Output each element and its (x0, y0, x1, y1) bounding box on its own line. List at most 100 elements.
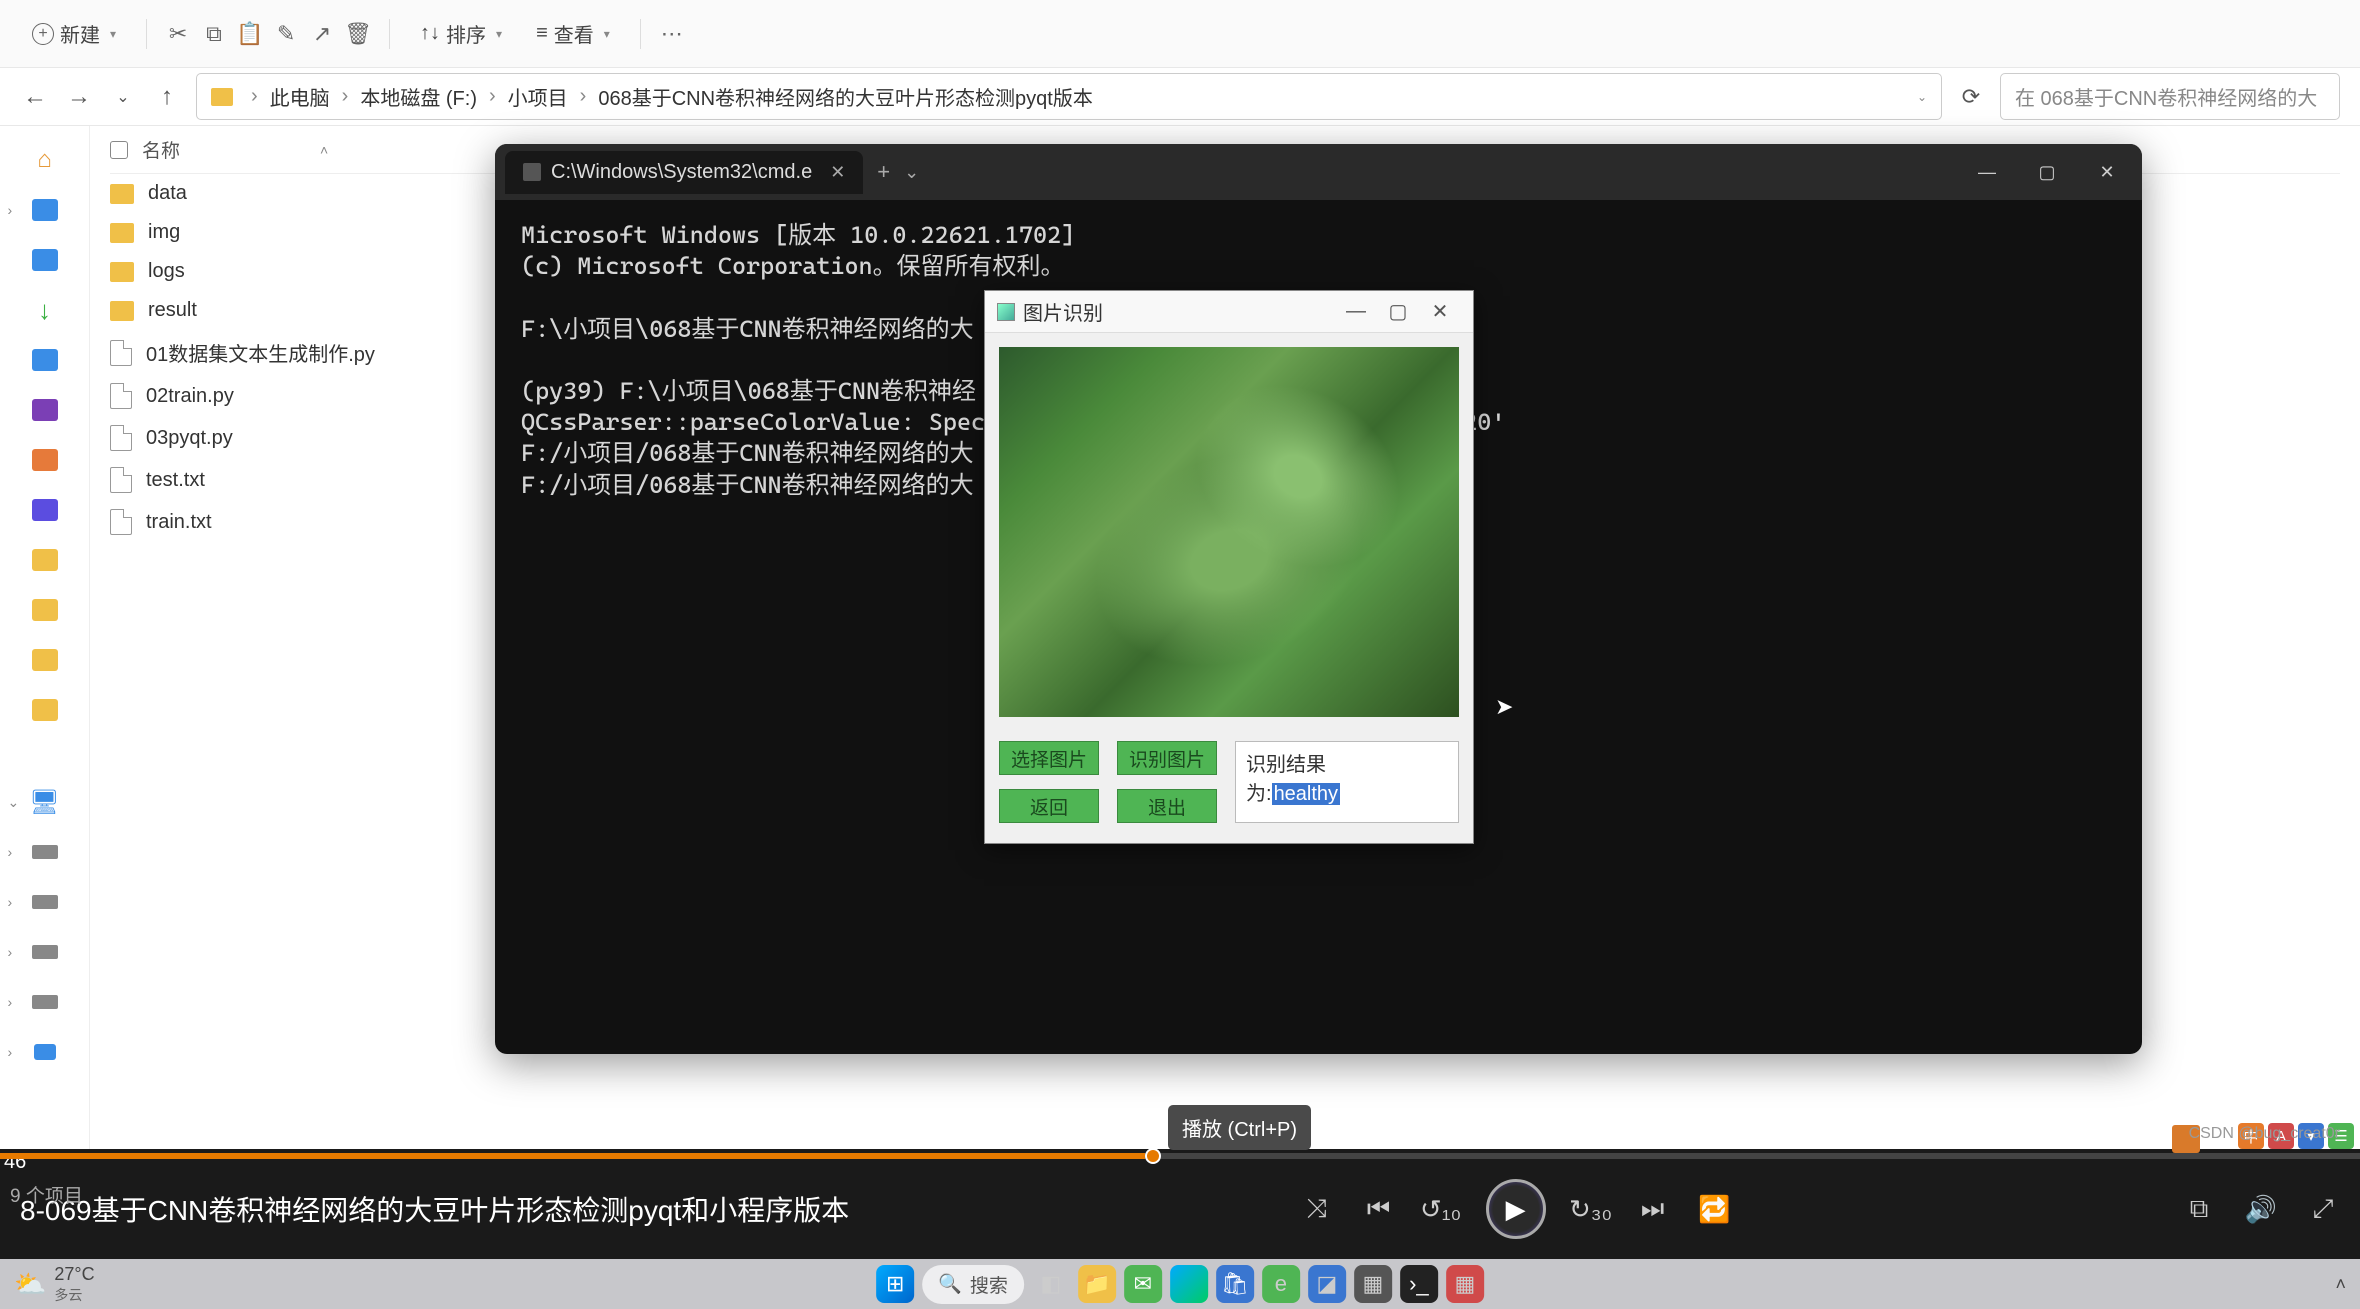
view-button[interactable]: ≡ 查看 ▾ (524, 11, 622, 56)
pip-icon[interactable]: ⧉ (2182, 1192, 2216, 1226)
rail-item[interactable] (26, 496, 64, 524)
search-input[interactable]: 在 068基于CNN卷积神经网络的大 (2000, 73, 2340, 120)
terminal-icon[interactable]: ›_ (1400, 1265, 1438, 1303)
rail-downloads[interactable]: ↓ (26, 296, 64, 324)
progress-thumb[interactable] (1145, 1148, 1161, 1164)
player-controls: 8-069基于CNN卷积神经网络的大豆叶片形态检测pyqt和小程序版本 ⤨ ⏮ … (0, 1159, 2360, 1259)
start-icon[interactable]: ⊞ (876, 1265, 914, 1303)
app-icon[interactable]: e (1262, 1265, 1300, 1303)
rail-item[interactable] (26, 646, 64, 674)
terminal-tabbar: C:\Windows\System32\cmd.e ✕ + ⌄ — ▢ ✕ (495, 144, 2142, 200)
rail-drive[interactable]: › (26, 888, 64, 916)
cut-icon[interactable]: ✂ (165, 21, 191, 47)
share-icon[interactable]: ↗ (309, 21, 335, 47)
taskbar-search[interactable]: 🔍 搜索 (922, 1265, 1024, 1304)
pyqt-dialog: 图片识别 — ▢ ✕ 选择图片 返回 识别图片 退出 识别结果 为:health… (984, 290, 1474, 844)
rail-item[interactable] (26, 396, 64, 424)
minimize-icon[interactable]: — (1335, 300, 1377, 323)
breadcrumb[interactable]: › 此电脑 › 本地磁盘 (F:) › 小项目 › 068基于CNN卷积神经网络… (196, 73, 1942, 120)
tray-chevron-icon[interactable]: ˄ (2335, 1274, 2346, 1295)
close-icon[interactable]: ✕ (2082, 154, 2132, 190)
forward-icon[interactable]: → (64, 82, 94, 112)
edge-icon[interactable] (1170, 1265, 1208, 1303)
app-icon[interactable]: ▦ (1446, 1265, 1484, 1303)
file-icon (110, 509, 132, 535)
maximize-icon[interactable]: ▢ (2022, 154, 2072, 190)
close-tab-icon[interactable]: ✕ (830, 162, 845, 183)
more-icon[interactable]: ⋯ (659, 21, 685, 47)
app-icon[interactable]: ▦ (1354, 1265, 1392, 1303)
cmd-icon (523, 163, 541, 181)
store-icon[interactable]: 🛍 (1216, 1265, 1254, 1303)
app-icon[interactable]: ◪ (1308, 1265, 1346, 1303)
preview-image (999, 347, 1459, 717)
fullscreen-icon[interactable]: ⤢ (2306, 1192, 2340, 1226)
wechat-icon[interactable]: ✉ (1124, 1265, 1162, 1303)
prev-icon[interactable]: ⏮ (1362, 1192, 1396, 1226)
new-button[interactable]: + 新建 ▾ (20, 11, 128, 56)
file-name: 02train.py (146, 385, 234, 408)
progress-fill (0, 1153, 1145, 1159)
rail-drive[interactable]: › (26, 938, 64, 966)
close-icon[interactable]: ✕ (1419, 299, 1461, 324)
delete-icon[interactable]: 🗑 (345, 21, 371, 47)
select-all-checkbox[interactable] (110, 141, 128, 159)
dialog-titlebar[interactable]: 图片识别 — ▢ ✕ (985, 291, 1473, 333)
rail-this-pc[interactable]: ⌄🖥 (26, 788, 64, 816)
repeat-icon[interactable]: 🔁 (1698, 1192, 1732, 1226)
file-icon (110, 340, 132, 366)
back-button[interactable]: 返回 (999, 789, 1099, 823)
select-image-button[interactable]: 选择图片 (999, 741, 1099, 775)
rail-drive[interactable]: › (26, 838, 64, 866)
rail-item[interactable] (26, 546, 64, 574)
file-icon (110, 425, 132, 451)
maximize-icon[interactable]: ▢ (1377, 299, 1419, 324)
exit-button[interactable]: 退出 (1117, 789, 1217, 823)
file-name: train.txt (146, 511, 212, 534)
up-icon[interactable]: ↑ (152, 82, 182, 112)
col-name[interactable]: 名称 (142, 136, 180, 163)
paste-icon[interactable]: 📋 (237, 21, 263, 47)
rail-onedrive[interactable]: › (26, 196, 64, 224)
rail-home[interactable]: ⌂ (26, 146, 64, 174)
rail-item[interactable] (26, 346, 64, 374)
recognize-button[interactable]: 识别图片 (1117, 741, 1217, 775)
chevron-down-icon[interactable]: ⌄ (108, 82, 138, 112)
forward-30-icon[interactable]: ↻₃₀ (1574, 1192, 1608, 1226)
rail-item[interactable] (26, 446, 64, 474)
result-box: 识别结果 为:healthy (1235, 741, 1459, 823)
tab-chevron-icon[interactable]: ⌄ (904, 162, 919, 183)
task-item[interactable]: ◧ (1032, 1265, 1070, 1303)
progress-bar[interactable]: 46 播放 (Ctrl+P) 中 A ▾ ☰ CSDN @bug_creat0r (0, 1153, 2360, 1159)
explorer-icon[interactable]: 📁 (1078, 1265, 1116, 1303)
volume-icon[interactable]: 🔊 (2244, 1192, 2278, 1226)
file-name: 01数据集文本生成制作.py (146, 338, 375, 367)
taskbar: ⛅ 27°C 多云 ⊞ 🔍 搜索 ◧ 📁 ✉ 🛍 e ◪ ▦ ›_ ▦ ˄ (0, 1259, 2360, 1309)
back-icon[interactable]: ← (20, 82, 50, 112)
minimize-icon[interactable]: — (1962, 154, 2012, 190)
crumb[interactable]: 此电脑 (270, 82, 330, 111)
rail-item[interactable] (26, 596, 64, 624)
rail-item[interactable] (26, 246, 64, 274)
crumb[interactable]: 小项目 (508, 82, 568, 111)
weather-widget[interactable]: ⛅ 27°C 多云 (14, 1264, 95, 1305)
rename-icon[interactable]: ✎ (273, 21, 299, 47)
copy-icon[interactable]: ⧉ (201, 21, 227, 47)
chevron-down-icon[interactable]: ⌄ (1917, 90, 1927, 104)
sort-button[interactable]: ↑↓ 排序 ▾ (408, 11, 514, 56)
play-button[interactable]: ▶ (1486, 1179, 1546, 1239)
refresh-icon[interactable]: ⟳ (1956, 82, 1986, 112)
rewind-10-icon[interactable]: ↺₁₀ (1424, 1192, 1458, 1226)
next-icon[interactable]: ⏭ (1636, 1192, 1670, 1226)
rail-item[interactable] (26, 696, 64, 724)
shuffle-icon[interactable]: ⤨ (1300, 1192, 1334, 1226)
search-placeholder: 在 068基于CNN卷积神经网络的大 (2015, 88, 2317, 110)
crumb[interactable]: 本地磁盘 (F:) (360, 82, 477, 111)
system-tray[interactable]: ˄ (2335, 1274, 2346, 1295)
crumb[interactable]: 068基于CNN卷积神经网络的大豆叶片形态检测pyqt版本 (598, 82, 1093, 111)
rail-drive[interactable]: › (26, 1038, 64, 1066)
search-label: 搜索 (970, 1271, 1008, 1298)
terminal-tab[interactable]: C:\Windows\System32\cmd.e ✕ (505, 151, 863, 194)
rail-drive[interactable]: › (26, 988, 64, 1016)
add-tab-icon[interactable]: + (877, 159, 890, 185)
